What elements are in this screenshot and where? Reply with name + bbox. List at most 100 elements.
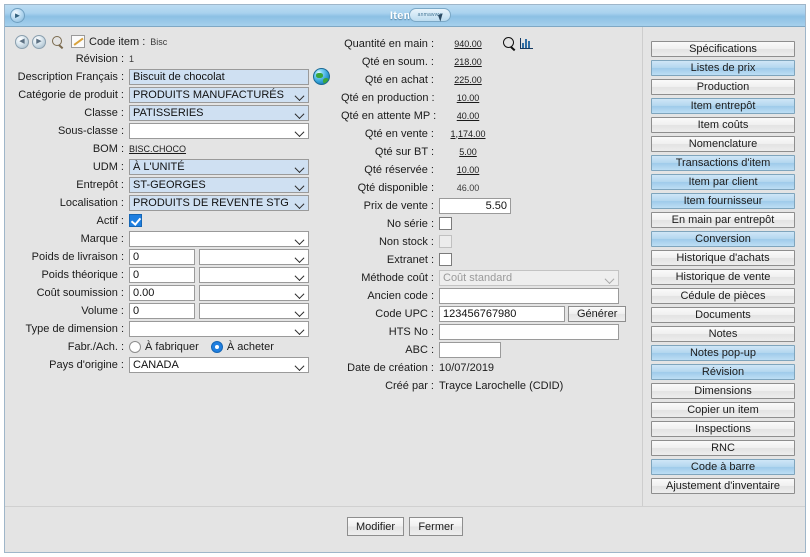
row-qte-en-vente: Qté en vente : 1,174.00 bbox=[341, 125, 641, 142]
date-creation-label: Date de création : bbox=[347, 361, 434, 374]
qte-en-attente-mp-value[interactable]: 40.00 bbox=[457, 111, 480, 121]
row-no-serie: No série : bbox=[341, 215, 641, 232]
methode-cout-select: Coût standard bbox=[439, 269, 619, 286]
side-button-inspections[interactable]: Inspections bbox=[651, 421, 795, 437]
actif-label: Actif : bbox=[96, 214, 124, 227]
forward-arrow-icon[interactable]: ▶ bbox=[32, 34, 46, 49]
side-button-c-dule-de-pi-ces[interactable]: Cédule de pièces bbox=[651, 288, 795, 304]
quantite-chart-icon[interactable] bbox=[520, 38, 533, 49]
cout-soumission-unit-select[interactable] bbox=[199, 284, 309, 301]
acheter-radio-option[interactable]: À acheter bbox=[210, 340, 274, 353]
side-button-historique-d-achats[interactable]: Historique d'achats bbox=[651, 250, 795, 266]
modifier-button[interactable]: Modifier bbox=[346, 517, 405, 536]
poids-livraison-unit-select[interactable] bbox=[199, 248, 309, 265]
prix-de-vente-input[interactable]: 5.50 bbox=[439, 197, 511, 214]
side-actions-panel: Spécifications Listes de prix Production It… bbox=[641, 27, 805, 506]
cree-par-label: Créé par : bbox=[385, 379, 434, 392]
volume-unit-select[interactable] bbox=[199, 302, 309, 319]
actif-checkbox[interactable] bbox=[129, 214, 142, 227]
pencil-icon[interactable] bbox=[71, 35, 85, 48]
cout-soumission-input[interactable]: 0.00 bbox=[129, 284, 195, 301]
side-button-sp-cifications[interactable]: Spécifications bbox=[651, 41, 795, 57]
localisation-label: Localisation : bbox=[59, 196, 124, 209]
side-button-item-co-ts[interactable]: Item coûts bbox=[651, 117, 795, 133]
side-button-historique-de-vente[interactable]: Historique de vente bbox=[651, 269, 795, 285]
qte-en-attente-mp-value-wrap: 40.00 bbox=[439, 110, 497, 122]
side-button-r-vision[interactable]: Révision bbox=[651, 364, 795, 380]
udm-label: UDM : bbox=[92, 160, 124, 173]
back-arrow-icon[interactable]: ◀ bbox=[15, 34, 29, 49]
qte-sur-bt-value[interactable]: 5.00 bbox=[459, 147, 477, 157]
middle-quantities-panel: Quantité en main : 940.00 Qté en soum. :… bbox=[341, 27, 641, 506]
quantite-search-icon[interactable] bbox=[503, 37, 516, 50]
side-button-copier-un-item[interactable]: Copier un item bbox=[651, 402, 795, 418]
side-button-notes[interactable]: Notes bbox=[651, 326, 795, 342]
code-upc-input[interactable]: 123456767980 bbox=[439, 305, 565, 322]
side-button-production[interactable]: Production bbox=[651, 79, 795, 95]
poids-theorique-input[interactable]: 0 bbox=[129, 266, 195, 283]
volume-input[interactable]: 0 bbox=[129, 302, 195, 319]
side-button-ajustement-d-inventaire[interactable]: Ajustement d'inventaire bbox=[651, 478, 795, 494]
extranet-checkbox[interactable] bbox=[439, 253, 452, 266]
side-button-nomenclature[interactable]: Nomenclature bbox=[651, 136, 795, 152]
cree-par-value: Trayce Larochelle (CDID) bbox=[439, 379, 564, 392]
side-button-conversion[interactable]: Conversion bbox=[651, 231, 795, 247]
side-button-item-par-client[interactable]: Item par client bbox=[651, 174, 795, 190]
play-circle-icon[interactable]: ► bbox=[10, 8, 25, 23]
row-qte-en-achat: Qté en achat : 225.00 bbox=[341, 71, 641, 88]
poids-livraison-input[interactable]: 0 bbox=[129, 248, 195, 265]
side-button-rnc[interactable]: RNC bbox=[651, 440, 795, 456]
abc-input[interactable] bbox=[439, 341, 501, 358]
sous-classe-select[interactable] bbox=[129, 122, 309, 139]
side-button-listes-de-prix[interactable]: Listes de prix bbox=[651, 60, 795, 76]
fabriquer-radio[interactable] bbox=[129, 340, 141, 353]
side-button-transactions-d-item[interactable]: Transactions d'item bbox=[651, 155, 795, 171]
description-fr-input[interactable]: Biscuit de chocolat bbox=[129, 68, 309, 85]
poids-theorique-unit-select[interactable] bbox=[199, 266, 309, 283]
categorie-produit-label: Catégorie de produit : bbox=[18, 88, 124, 101]
quantite-en-main-value[interactable]: 940.00 bbox=[454, 39, 482, 49]
side-button-code-barre[interactable]: Code à barre bbox=[651, 459, 795, 475]
row-cout-soumission: Coût soumission : 0.00 bbox=[5, 284, 341, 301]
type-dimension-select[interactable] bbox=[129, 320, 309, 337]
row-code-upc: Code UPC : 123456767980 Générer bbox=[341, 305, 641, 322]
items-window: ► Items anmawww ◀ ▶ Code item : Bisc Rév… bbox=[4, 4, 806, 553]
bom-link[interactable]: BISC.CHOCO bbox=[129, 144, 186, 154]
bom-label: BOM : bbox=[92, 142, 124, 155]
row-description-fr: Description Français : Biscuit de chocol… bbox=[5, 68, 341, 85]
acheter-radio[interactable] bbox=[210, 340, 223, 353]
pays-origine-select[interactable]: CANADA bbox=[129, 356, 309, 373]
qte-reservee-value[interactable]: 10.00 bbox=[457, 165, 480, 175]
magnifier-icon[interactable] bbox=[51, 35, 66, 49]
row-udm: UDM : À L'UNITÉ bbox=[5, 158, 341, 175]
qte-en-production-value[interactable]: 10.00 bbox=[457, 93, 480, 103]
side-button-en-main-par-entrep-t[interactable]: En main par entrepôt bbox=[651, 212, 795, 228]
udm-select[interactable]: À L'UNITÉ bbox=[129, 158, 309, 175]
generer-button[interactable]: Générer bbox=[568, 305, 627, 322]
side-button-dimensions[interactable]: Dimensions bbox=[651, 383, 795, 399]
side-button-item-fournisseur[interactable]: Item fournisseur bbox=[651, 193, 795, 209]
side-button-documents[interactable]: Documents bbox=[651, 307, 795, 323]
localisation-select[interactable]: PRODUITS DE REVENTE STG bbox=[129, 194, 309, 211]
entrepot-select[interactable]: ST-GEORGES bbox=[129, 176, 309, 193]
fabriquer-radio-option[interactable]: À fabriquer bbox=[129, 340, 199, 353]
side-button-item-entrep-t[interactable]: Item entrepôt bbox=[651, 98, 795, 114]
qte-en-achat-value[interactable]: 225.00 bbox=[454, 75, 482, 85]
side-button-notes-pop-up[interactable]: Notes pop-up bbox=[651, 345, 795, 361]
marque-label: Marque : bbox=[80, 232, 124, 245]
no-serie-checkbox[interactable] bbox=[439, 217, 452, 230]
row-qte-en-attente-mp: Qté en attente MP : 40.00 bbox=[341, 107, 641, 124]
globe-icon[interactable] bbox=[313, 68, 330, 85]
categorie-produit-select[interactable]: PRODUITS MANUFACTURÉS bbox=[129, 86, 309, 103]
hts-no-input[interactable] bbox=[439, 323, 619, 340]
fermer-button[interactable]: Fermer bbox=[409, 517, 464, 536]
classe-select[interactable]: PATISSERIES bbox=[129, 104, 309, 121]
row-bom: BOM : BISC.CHOCO bbox=[5, 140, 341, 157]
poids-theorique-label: Poids théorique : bbox=[41, 268, 124, 281]
qte-sur-bt-label: Qté sur BT : bbox=[374, 145, 434, 158]
ancien-code-input[interactable] bbox=[439, 287, 619, 304]
qte-en-soum-value[interactable]: 218.00 bbox=[454, 57, 482, 67]
marque-select[interactable] bbox=[129, 230, 309, 247]
screen: ► Items anmawww ◀ ▶ Code item : Bisc Rév… bbox=[0, 0, 810, 557]
qte-en-vente-value[interactable]: 1,174.00 bbox=[450, 129, 485, 139]
